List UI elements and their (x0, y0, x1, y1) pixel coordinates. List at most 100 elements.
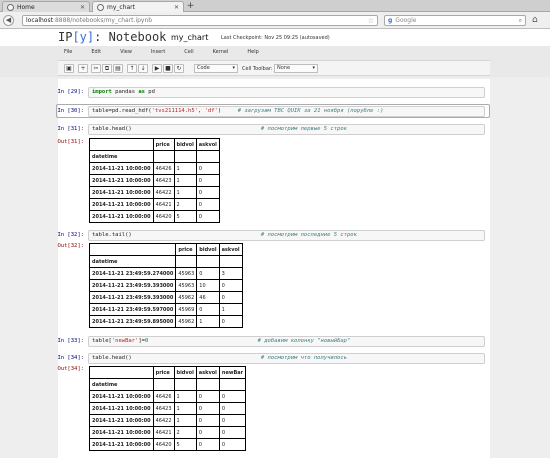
cell-toolbar-select[interactable]: None ▾ (274, 64, 318, 73)
dataframe-table: price bidvol askvol newBar datetime 2014-11-2… (89, 366, 247, 451)
index-name: datetime (89, 378, 154, 391)
cut-button[interactable]: ✂ (91, 64, 101, 73)
logo-ip: IP (58, 30, 73, 44)
table-corner (88, 243, 177, 256)
table-row: 2014-11-21 10:00:00 46422 1 0 (89, 186, 220, 199)
favicon-icon (97, 3, 104, 11)
code-string: 'tvs211114.h5' (151, 108, 198, 114)
back-button[interactable]: ◀ (3, 15, 14, 26)
search-placeholder: Google (395, 17, 417, 24)
table-cell: 0 (195, 414, 220, 427)
bookmark-star-icon[interactable]: ☆ (368, 17, 374, 25)
input-prompt: In [31]: (57, 126, 85, 132)
search-bar[interactable]: g Google ⌕ (384, 15, 526, 26)
code-cell[interactable]: table['newBar']=0 # добавим колонку "нов… (88, 336, 485, 347)
menu-edit[interactable]: Edit (91, 49, 101, 55)
table-cell: 0 (195, 198, 220, 211)
menu-kernel[interactable]: Kernel (213, 49, 229, 55)
table-cell: 0 (218, 390, 247, 403)
table-row: 2014-11-21 10:00:00 46423 1 0 (89, 174, 220, 187)
menu-file[interactable]: File (64, 49, 72, 55)
table-cell: 1 (173, 186, 197, 199)
row-index: 2014-11-21 10:00:00 (89, 390, 154, 403)
code-cell[interactable]: table.tail() # посмотрим последние 5 стр… (88, 230, 485, 241)
table-cell: 45963 (175, 279, 198, 292)
save-button[interactable]: ▣ (64, 64, 74, 73)
menu-view[interactable]: View (120, 49, 132, 55)
notebook-name[interactable]: my_chart (171, 33, 208, 42)
table-cell: 0 (218, 291, 243, 304)
column-header: askvol (195, 366, 220, 379)
row-index: 2014-11-21 10:00:00 (89, 162, 154, 175)
code-keyword: as (138, 89, 145, 95)
menu-insert[interactable]: Insert (151, 49, 165, 55)
table-cell: 46423 (152, 402, 175, 415)
table-row: 2014-11-21 10:00:00 46421 2 0 0 (89, 426, 247, 439)
code-cell[interactable]: import pandas as pd (88, 87, 485, 98)
table-cell: 2 (173, 426, 197, 439)
search-icon[interactable]: ⌕ (519, 17, 522, 25)
table-row: 2014-11-21 10:00:00 46422 1 0 0 (89, 414, 247, 427)
table-row: 2014-11-21 23:49:59.393000 45962 46 0 (88, 291, 243, 304)
cell-toolbar-label: Cell Toolbar: (242, 66, 273, 72)
table-row: 2014-11-21 23:49:59.895000 45962 1 0 (88, 315, 243, 328)
table-index-row: datetime (89, 378, 247, 391)
browser-tab-my-chart[interactable]: my_chart ✕ (92, 1, 184, 12)
row-index: 2014-11-21 23:49:59.597000 (88, 303, 177, 316)
table-cell: 1 (173, 402, 197, 415)
table-cell: 46422 (152, 186, 175, 199)
table-corner (89, 366, 154, 379)
empty-header-cell (152, 150, 175, 163)
code-comment: # посмотрим первые 5 строк (260, 126, 347, 132)
table-cell: 46421 (152, 198, 175, 211)
run-button[interactable]: ▶ (152, 64, 162, 73)
code-cell[interactable]: table.head() # посмотрим что получилось (88, 353, 485, 364)
close-icon[interactable]: ✕ (174, 4, 179, 11)
table-cell: 1 (173, 390, 197, 403)
url-bar[interactable]: localhost:8888/notebooks/my_chart.ipynb … (22, 15, 378, 26)
column-header: bidvol (196, 243, 220, 256)
empty-header-cell (195, 150, 220, 163)
table-cell: 3 (218, 267, 243, 280)
input-prompt: In [34]: (57, 355, 85, 361)
table-cell: 45963 (175, 267, 198, 280)
code-keyword: import (92, 89, 112, 95)
row-index: 2014-11-21 10:00:00 (89, 426, 154, 439)
menu-bar: File Edit View Insert Cell Kernel Help (58, 46, 490, 58)
copy-button[interactable]: ⧉ (102, 64, 112, 73)
code-cell[interactable]: table.head() # посмотрим первые 5 строк (88, 124, 485, 135)
restart-button[interactable]: ↻ (174, 64, 184, 73)
table-index-row: datetime (89, 150, 220, 163)
move-up-button[interactable]: ↑ (127, 64, 137, 73)
code-number: 0 (145, 338, 149, 344)
output-prompt: Out[32]: (57, 243, 85, 249)
table-cell: 46423 (152, 174, 175, 187)
tab-label: Home (17, 3, 35, 11)
code-text: ) (217, 108, 222, 114)
table-cell: 0 (195, 402, 220, 415)
menu-help[interactable]: Help (247, 49, 258, 55)
menu-cell[interactable]: Cell (184, 49, 193, 55)
cell-type-select[interactable]: Code ▾ (194, 64, 238, 73)
browser-tab-home[interactable]: Home ✕ (2, 1, 90, 12)
empty-header-cell (196, 255, 220, 268)
table-row: 2014-11-21 10:00:00 46420 5 0 (89, 210, 220, 223)
column-header: price (175, 243, 198, 256)
paste-button[interactable]: ▤ (113, 64, 123, 73)
move-down-button[interactable]: ↓ (138, 64, 148, 73)
close-icon[interactable]: ✕ (80, 4, 85, 11)
new-tab-button[interactable]: + (185, 1, 196, 11)
interrupt-button[interactable]: ■ (163, 64, 173, 73)
chevron-down-icon: ▾ (312, 65, 315, 71)
table-cell: 10 (196, 279, 220, 292)
table-cell: 0 (218, 315, 243, 328)
insert-cell-button[interactable]: + (78, 64, 88, 73)
code-text: pd (145, 89, 155, 95)
code-text: table.tail() (92, 232, 132, 238)
home-icon[interactable]: ⌂ (532, 15, 538, 25)
input-prompt: In [32]: (57, 232, 85, 238)
chevron-down-icon: ▾ (232, 65, 235, 71)
table-cell: 0 (195, 174, 220, 187)
ipython-logo[interactable]: IP[y]: Notebook (58, 30, 166, 44)
code-cell[interactable]: table=pd.read_hdf('tvs211114.h5', 'df') … (88, 106, 485, 117)
